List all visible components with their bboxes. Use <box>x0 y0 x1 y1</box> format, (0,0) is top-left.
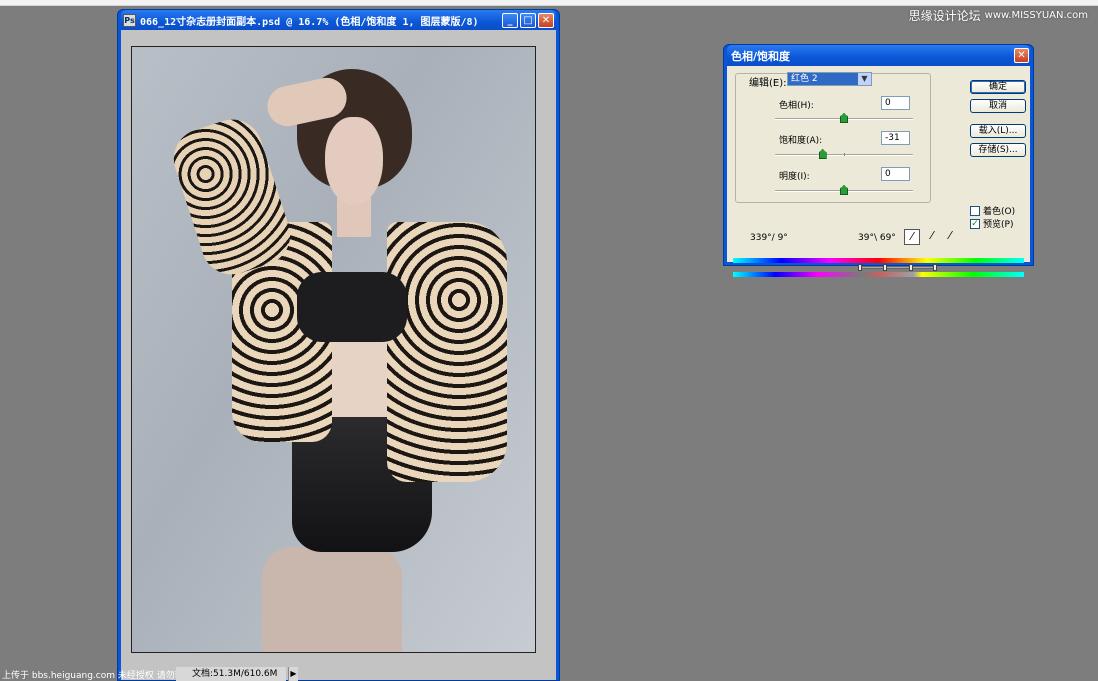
hue-label: 色相(H): <box>779 101 814 111</box>
saturation-slider-tick <box>844 153 845 156</box>
colorize-checkbox[interactable] <box>970 205 980 216</box>
dialog-body: 编辑(E): 红色 2 ▼ 色相(H): 0 饱和度(A): -31 明度(I)… <box>727 66 1030 277</box>
hue-input[interactable]: 0 <box>881 96 910 110</box>
document-size: 文档:51.3M/610.6M <box>176 667 286 681</box>
dialog-title: 色相/饱和度 <box>731 49 791 63</box>
save-button[interactable]: 存储(S)... <box>970 143 1026 157</box>
close-button[interactable]: ✕ <box>538 12 554 28</box>
lightness-input[interactable]: 0 <box>881 167 910 181</box>
eyedropper-add-icon[interactable]: ⁄ <box>924 229 940 245</box>
range-mark-left-inner[interactable] <box>883 264 887 271</box>
saturation-input[interactable]: -31 <box>881 131 910 145</box>
range-mark-left-outer[interactable] <box>858 264 862 271</box>
figure-face <box>325 117 383 205</box>
hue-saturation-dialog: 色相/饱和度 ✕ 编辑(E): 红色 2 ▼ 色相(H): 0 饱和度(A): … <box>723 44 1034 277</box>
saturation-label: 饱和度(A): <box>779 136 823 146</box>
edit-select[interactable]: 红色 2 ▼ <box>787 72 872 86</box>
photoshop-doc-icon: Ps <box>123 13 136 27</box>
document-title: 066_12寸杂志册封面副本.psd @ 16.7% (色相/饱和度 1, 图层… <box>140 16 479 28</box>
angle-right-readout: 39°\ 69° <box>858 233 896 243</box>
document-canvas-area[interactable] <box>121 30 556 680</box>
figure-jacket-right <box>387 222 507 482</box>
load-button[interactable]: 载入(L)... <box>970 124 1026 138</box>
hue-slider[interactable] <box>775 113 913 123</box>
status-bar: 上传于 bbs.heiguang.com 未经授权 请勿转载 文档:51.3M/… <box>0 667 300 681</box>
edit-select-value: 红色 2 <box>791 74 818 84</box>
preview-checkbox[interactable]: ✓ <box>970 218 980 229</box>
spectrum-bar-bottom <box>733 272 1024 277</box>
figure-arm <box>166 111 298 283</box>
lightness-slider[interactable] <box>775 185 913 195</box>
lightness-label: 明度(I): <box>779 172 810 182</box>
document-window: Ps 066_12寸杂志册封面副本.psd @ 16.7% (色相/饱和度 1,… <box>117 9 560 681</box>
minimize-button[interactable]: _ <box>502 12 518 28</box>
top-strip <box>0 0 1098 6</box>
status-menu-arrow[interactable]: ▶ <box>288 667 298 681</box>
dialog-close-button[interactable]: ✕ <box>1014 48 1029 63</box>
colorize-label: 着色(O) <box>983 207 1016 217</box>
maximize-button[interactable]: □ <box>520 12 536 28</box>
upload-credit: 上传于 bbs.heiguang.com 未经授权 请勿转载 <box>2 670 193 681</box>
document-titlebar[interactable]: Ps 066_12寸杂志册封面副本.psd @ 16.7% (色相/饱和度 1,… <box>121 10 556 30</box>
dialog-titlebar[interactable]: 色相/饱和度 ✕ <box>727 45 1030 66</box>
preview-row[interactable]: ✓ 预览(P) <box>970 217 1013 230</box>
range-selector[interactable] <box>733 262 1024 271</box>
figure-top <box>297 272 407 342</box>
watermark: 思缘设计论坛 www.MISSYUAN.com <box>909 7 1088 23</box>
range-mark-right-inner[interactable] <box>909 264 913 271</box>
range-mark-right-outer[interactable] <box>933 264 937 271</box>
eyedropper-subtract-icon[interactable]: ⁄ <box>942 229 958 245</box>
ok-button[interactable]: 确定 <box>970 80 1026 94</box>
chevron-down-icon[interactable]: ▼ <box>858 73 871 85</box>
watermark-en: www.MISSYUAN.com <box>984 9 1088 21</box>
watermark-cn: 思缘设计论坛 <box>908 8 981 23</box>
angle-left-readout: 339°/ 9° <box>750 233 788 243</box>
edit-label: 编辑(E): <box>749 78 787 89</box>
colorize-row[interactable]: 着色(O) <box>970 204 1015 217</box>
cancel-button[interactable]: 取消 <box>970 99 1026 113</box>
eyedropper-icon[interactable]: ⁄ <box>904 229 920 245</box>
range-bar[interactable] <box>860 266 937 269</box>
photo-canvas[interactable] <box>131 46 536 653</box>
saturation-slider[interactable] <box>775 149 913 159</box>
figure-legs <box>262 547 402 652</box>
preview-label: 预览(P) <box>983 220 1014 230</box>
